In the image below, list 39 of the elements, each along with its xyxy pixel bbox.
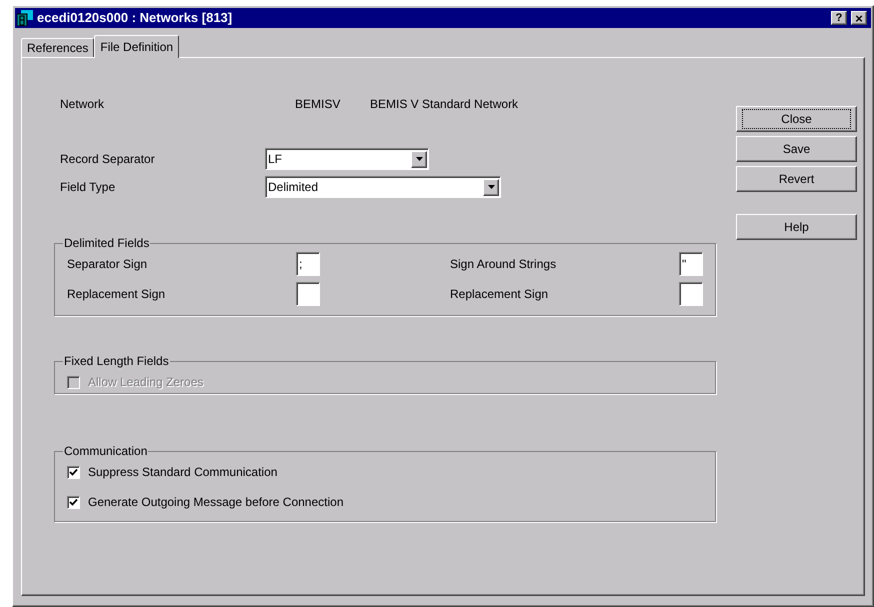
field-label: Replacement Sign <box>450 286 548 303</box>
group-title: Delimited Fields <box>63 235 150 252</box>
checkbox-label: Allow Leading Zeroes <box>88 374 204 391</box>
dropdown[interactable]: LF <box>265 148 429 170</box>
caret-icon <box>488 185 494 189</box>
dropdown[interactable]: Delimited <box>265 176 501 198</box>
checkbox[interactable] <box>67 496 80 508</box>
network-code: BEMISV <box>295 96 342 113</box>
dialog-button[interactable]: Help <box>736 214 857 240</box>
field-label: Field Type <box>59 179 116 196</box>
group-title: Communication <box>63 443 148 460</box>
dialog-button[interactable]: Close <box>736 106 857 132</box>
tab[interactable]: File Definition <box>94 35 180 58</box>
field-label: Record Separator <box>59 151 156 168</box>
field-label: Separator Sign <box>67 256 148 273</box>
checkbox[interactable] <box>67 466 80 478</box>
input-field[interactable] <box>679 282 703 306</box>
input-field[interactable]: ; <box>296 252 320 276</box>
field-label: Network <box>59 96 106 113</box>
input-field[interactable]: " <box>679 252 703 276</box>
caret-icon <box>416 157 422 161</box>
checkbox-label: Suppress Standard Communication <box>88 464 278 481</box>
input-field[interactable] <box>296 282 320 306</box>
dropdown-button[interactable] <box>483 178 499 196</box>
network-description: BEMIS V Standard Network <box>370 96 518 113</box>
help-button[interactable]: ? <box>831 11 847 25</box>
dropdown-button[interactable] <box>411 150 427 168</box>
tab[interactable]: References <box>21 38 94 57</box>
dialog-button[interactable]: Save <box>736 136 857 162</box>
checkmark-icon <box>69 468 78 476</box>
checkmark-icon <box>69 498 78 506</box>
window-title: ecedi0120s000 : Networks [813] <box>37 9 234 28</box>
field-label: Sign Around Strings <box>450 256 556 273</box>
close-button[interactable]: × <box>851 11 867 25</box>
group-title: Fixed Length Fields <box>63 353 170 370</box>
app-icon <box>17 10 33 26</box>
field-label: Replacement Sign <box>67 286 166 303</box>
checkbox-label: Generate Outgoing Message before Connection <box>88 494 344 511</box>
dialog-button[interactable]: Revert <box>736 166 857 192</box>
